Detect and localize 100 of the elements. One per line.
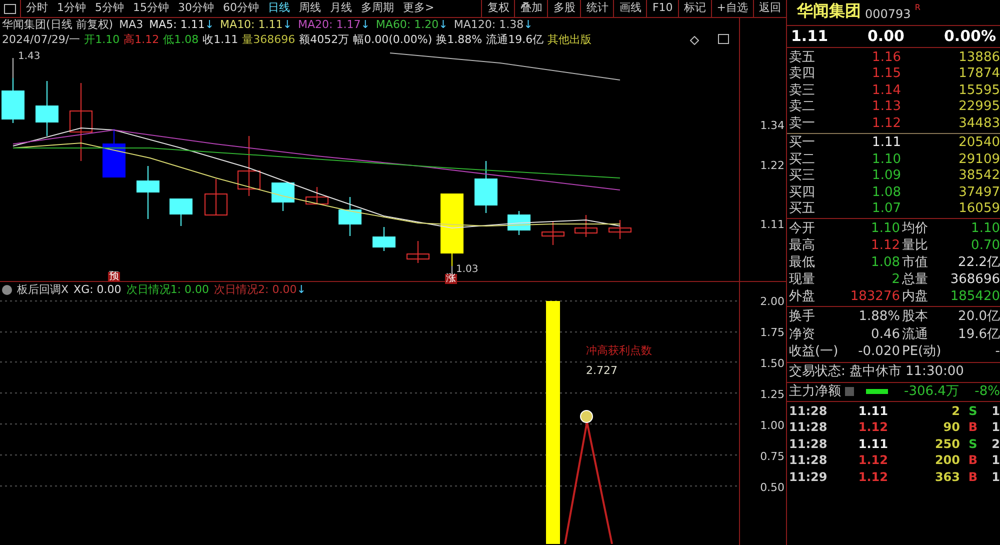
bid-price: 1.09 [871, 167, 901, 185]
publisher-label: 其他出版 [548, 32, 592, 48]
period-tab[interactable]: 更多> [403, 0, 434, 17]
diamond-icon[interactable] [690, 36, 700, 44]
stat-label: 市值 [901, 254, 929, 272]
trade-price: 1.12 [857, 419, 888, 436]
last-price: 1.11 [791, 26, 828, 48]
stat-label: 现量 [788, 270, 816, 289]
status-time: 11:30:00 [906, 363, 964, 382]
trade-side: S [968, 402, 978, 420]
leader-line [12, 58, 14, 78]
indicator-value: 次日情况2: 0.00 [214, 282, 297, 298]
toolbar-button[interactable]: 画线 [613, 0, 646, 17]
trade-side: S [968, 436, 978, 453]
stat-value: 1.08 [870, 254, 900, 272]
quote-item: 额4052万 [299, 32, 350, 48]
ask-label: 卖二 [788, 98, 816, 116]
stat-value: 2 [890, 270, 900, 289]
bid-price: 1.10 [871, 150, 901, 168]
trade-time: 11:28 [788, 419, 828, 436]
detail-value: - [994, 343, 1000, 361]
toolbar-button[interactable]: 标记 [678, 0, 711, 17]
period-tab[interactable]: 多周期 [361, 0, 394, 17]
quote-item: 量368696 [242, 32, 296, 48]
quote-item: 低1.08 [163, 32, 199, 48]
candlestick [608, 220, 632, 240]
main-flow-percent: -8% [974, 382, 1000, 401]
quote-item: 高1.12 [124, 32, 160, 48]
candlestick [474, 160, 498, 214]
toolbar-button[interactable]: 复权 [481, 0, 514, 17]
down-arrow-icon: ↓ [296, 282, 306, 298]
candlestick [338, 196, 362, 236]
ma-value: MA120: 1.38↓ [454, 17, 533, 34]
stock-name: 华闻集团 [797, 0, 861, 22]
ask-price: 1.13 [871, 98, 901, 116]
low-price-label: 1.03 [456, 265, 478, 275]
axis-label: 1.11 [760, 217, 785, 233]
period-tab[interactable]: 60分钟 [223, 0, 259, 17]
toolbar-button[interactable]: +自选 [710, 0, 753, 17]
candlestick [574, 214, 598, 238]
detail-value: 0.46 [870, 326, 900, 344]
candlestick [372, 226, 396, 252]
price-change: 0.00 [867, 26, 904, 48]
stat-label: 最高 [788, 236, 816, 255]
bid-price: 1.08 [871, 184, 901, 202]
stat-label: 今开 [788, 220, 816, 238]
period-tab[interactable]: 5分钟 [95, 0, 124, 17]
trade-price: 1.11 [857, 436, 888, 453]
bid-label: 买二 [788, 150, 816, 168]
axis-label: 1.00 [760, 418, 785, 434]
toolbar-button[interactable]: 叠加 [514, 0, 548, 17]
trade-price: 1.12 [857, 468, 888, 486]
period-tab[interactable]: 30分钟 [178, 0, 214, 17]
candlestick [508, 210, 530, 236]
ask-price: 1.14 [871, 82, 901, 100]
detail-value: 19.6亿 [957, 326, 1000, 344]
candlestick [136, 166, 160, 220]
period-tab[interactable]: 分时 [26, 0, 48, 17]
trade-volume: 200 [934, 452, 960, 470]
detail-label: 收益(一) [788, 343, 840, 361]
toolbar-button[interactable]: 多股 [547, 0, 580, 17]
axis-label: 1.75 [760, 325, 785, 341]
ma-value: MA5: 1.11↓ [149, 17, 214, 34]
stat-label: 最低 [788, 254, 816, 272]
axis-label: 1.34 [760, 118, 785, 134]
toolbar-button[interactable]: F10 [646, 0, 678, 17]
trade-side: B [967, 419, 979, 436]
ask-price: 1.16 [871, 48, 901, 66]
bid-volume: 29109 [958, 150, 1000, 168]
trade-side: B [967, 452, 979, 470]
toolbar-button[interactable]: 统计 [580, 0, 614, 17]
trade-status: 交易状态: 盘中休市 [789, 363, 902, 382]
stat-value: 1.10 [870, 220, 900, 238]
period-tab[interactable]: 周线 [299, 0, 321, 17]
sidebar-toggle-icon[interactable] [718, 34, 730, 44]
candlestick [170, 198, 192, 226]
quote-item: 换1.88% [436, 32, 482, 48]
toolbar-button[interactable]: 返回 [753, 0, 786, 17]
trade-price: 1.12 [857, 452, 888, 470]
ask-volume: 15595 [958, 82, 1000, 100]
change-percent: 0.00% [944, 26, 996, 48]
detail-label: 净资 [788, 326, 816, 344]
candlestick [204, 178, 228, 216]
collapse-icon[interactable] [2, 285, 12, 295]
detail-label: PE(动) [901, 343, 942, 361]
high-price-label: 1.43 [18, 50, 40, 64]
stat-label: 总量 [901, 270, 929, 289]
axis-label: 1.25 [760, 387, 785, 403]
period-tab[interactable]: 1分钟 [57, 0, 86, 17]
quote-item: 开1.10 [84, 32, 120, 48]
value-label: 2.727 [586, 363, 618, 379]
period-tab[interactable]: 月线 [330, 0, 352, 17]
signal-marker: 涨 [445, 274, 457, 284]
panel-toggle-icon[interactable] [4, 4, 16, 14]
date-label: 2024/07/29/一 [2, 32, 80, 48]
period-tab[interactable]: 15分钟 [133, 0, 169, 17]
table-cell-text: 1 [992, 468, 1000, 486]
trade-time: 11:28 [788, 436, 828, 453]
period-tab[interactable]: 日线 [268, 0, 290, 17]
indicator-name: 板后回调X [17, 282, 69, 298]
